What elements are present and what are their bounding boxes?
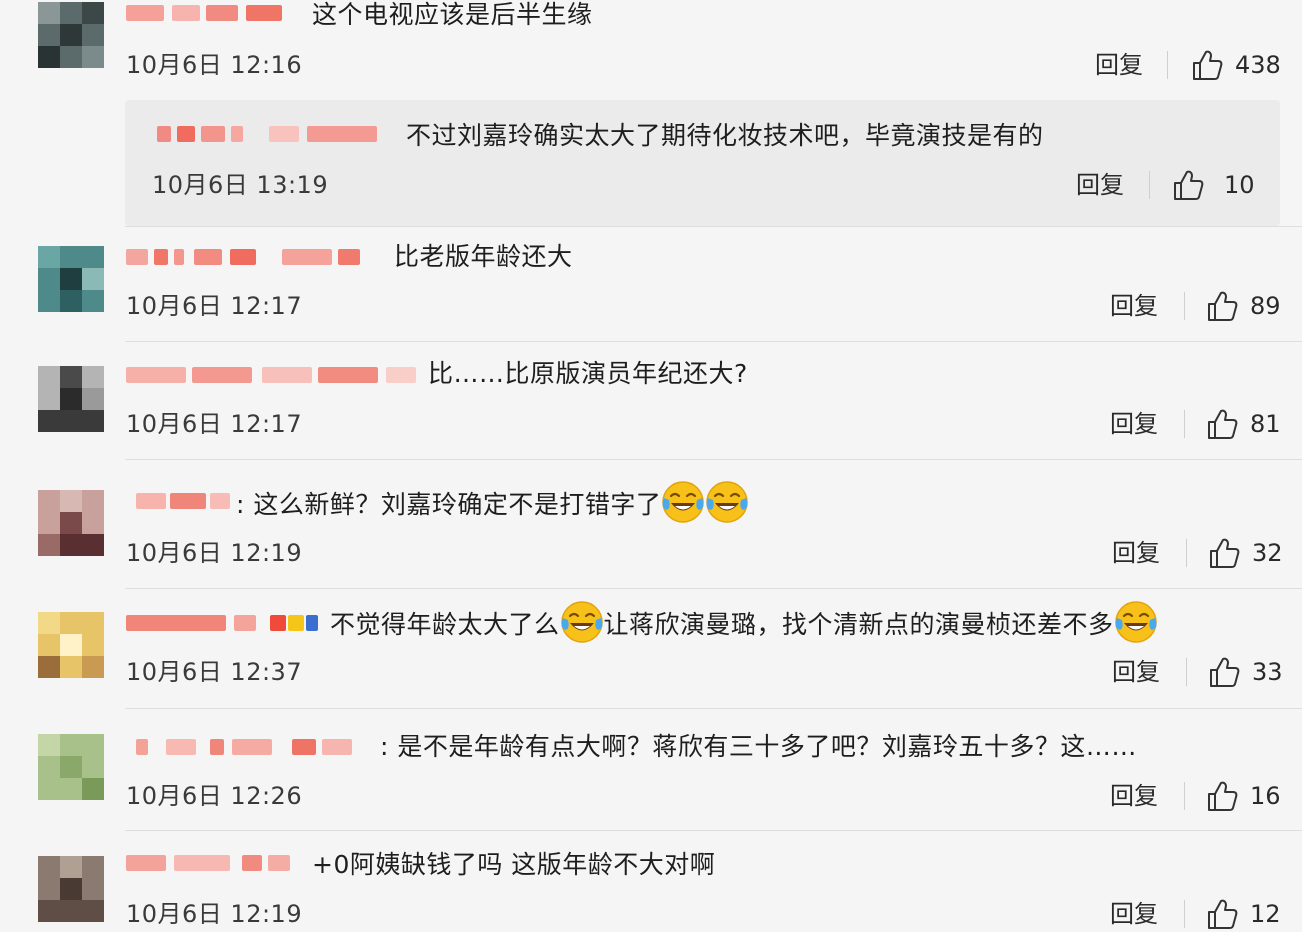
comment-text: 这个电视应该是后半生缘 <box>312 0 593 29</box>
avatar[interactable] <box>38 366 104 432</box>
blurred-username[interactable] <box>126 612 326 634</box>
comment-text: 不过刘嘉玲确实太大了期待化妆技术吧，毕竟演技是有的 <box>406 121 1044 150</box>
tears-of-joy-emoji <box>661 480 705 524</box>
divider <box>125 830 1302 831</box>
avatar[interactable] <box>38 734 104 800</box>
tears-of-joy-emoji <box>560 600 604 644</box>
comment-body: 这么新鲜？刘嘉玲确定不是打错字了 <box>253 490 662 519</box>
like-count: 33 <box>1252 658 1283 686</box>
avatar[interactable] <box>38 856 104 922</box>
thumbs-up-icon[interactable] <box>1207 536 1241 570</box>
like-count: 12 <box>1250 900 1281 928</box>
blurred-username[interactable] <box>126 364 426 386</box>
blurred-username[interactable] <box>136 490 236 512</box>
separator <box>1184 782 1185 810</box>
separator <box>1167 51 1168 79</box>
comment-time: 10月6日 12:19 <box>126 900 303 928</box>
like-count: 10 <box>1224 171 1255 199</box>
blurred-username[interactable] <box>126 246 366 268</box>
divider <box>125 341 1302 342</box>
separator <box>1184 900 1185 928</box>
comment-text: : 是不是年龄有点大啊？蒋欣有三十多了吧？刘嘉玲五十多？这…… <box>380 732 1137 762</box>
avatar[interactable] <box>38 246 104 312</box>
reply-button[interactable]: 回复 <box>1110 292 1158 320</box>
comment-text: 比老版年龄还大 <box>394 242 573 271</box>
separator <box>1184 292 1185 320</box>
comment-text: +0阿姨缺钱了吗 这版年龄不大对啊 <box>312 850 716 879</box>
reply-button[interactable]: 回复 <box>1110 900 1158 928</box>
reply-button[interactable]: 回复 <box>1076 171 1124 199</box>
divider <box>125 708 1302 709</box>
avatar[interactable] <box>38 612 104 678</box>
divider <box>125 588 1302 589</box>
like-count: 32 <box>1252 539 1283 567</box>
tears-of-joy-emoji <box>1114 600 1158 644</box>
comment-text: 比……比原版演员年纪还大? <box>428 359 748 388</box>
thumbs-up-icon[interactable] <box>1205 407 1239 441</box>
comment-time: 10月6日 12:17 <box>126 292 303 320</box>
comment-body: 是不是年龄有点大啊？蒋欣有三十多了吧？刘嘉玲五十多？这…… <box>397 732 1137 761</box>
like-count: 81 <box>1250 410 1281 438</box>
comment-time: 10月6日 12:19 <box>126 539 303 567</box>
divider <box>125 226 1302 227</box>
divider <box>125 459 1302 460</box>
thumbs-up-icon[interactable] <box>1205 897 1239 931</box>
comment-time: 10月6日 12:37 <box>126 658 303 686</box>
reply-button[interactable]: 回复 <box>1095 51 1143 79</box>
reply-button[interactable]: 回复 <box>1110 782 1158 810</box>
comment-text: : 这么新鲜？刘嘉玲确定不是打错字了 <box>236 488 749 524</box>
thumbs-up-icon[interactable] <box>1205 289 1239 323</box>
thumbs-up-icon[interactable] <box>1190 48 1224 82</box>
blurred-username[interactable] <box>157 123 382 145</box>
blurred-username[interactable] <box>136 736 376 758</box>
like-count: 89 <box>1250 292 1281 320</box>
like-count: 16 <box>1250 782 1281 810</box>
comment-body: 不觉得年龄太大了么 <box>330 610 560 639</box>
separator <box>1149 171 1150 199</box>
reply-button[interactable]: 回复 <box>1110 410 1158 438</box>
thumbs-up-icon[interactable] <box>1171 168 1205 202</box>
comment-time: 10月6日 12:16 <box>126 51 303 79</box>
tears-of-joy-emoji <box>705 480 749 524</box>
thumbs-up-icon[interactable] <box>1205 779 1239 813</box>
avatar[interactable] <box>38 490 104 556</box>
separator <box>1184 410 1185 438</box>
like-count: 438 <box>1235 51 1281 79</box>
comment-prefix: : <box>236 490 245 519</box>
reply-button[interactable]: 回复 <box>1112 658 1160 686</box>
comment-prefix: : <box>380 732 389 761</box>
comment-text: 不觉得年龄太大了么 让蒋欣演曼璐，找个清新点的演曼桢还差不多 <box>330 608 1158 644</box>
blurred-username[interactable] <box>126 2 286 24</box>
separator <box>1186 539 1187 567</box>
comment-body-continued: 让蒋欣演曼璐，找个清新点的演曼桢还差不多 <box>603 610 1114 639</box>
comment-time: 10月6日 12:17 <box>126 410 303 438</box>
comment-time: 10月6日 12:26 <box>126 782 303 810</box>
blurred-username[interactable] <box>126 852 296 874</box>
comment-time: 10月6日 13:19 <box>152 171 329 199</box>
reply-button[interactable]: 回复 <box>1112 539 1160 567</box>
avatar[interactable] <box>38 2 104 68</box>
thumbs-up-icon[interactable] <box>1207 655 1241 689</box>
separator <box>1186 658 1187 686</box>
reply-thread-box <box>125 100 1280 226</box>
